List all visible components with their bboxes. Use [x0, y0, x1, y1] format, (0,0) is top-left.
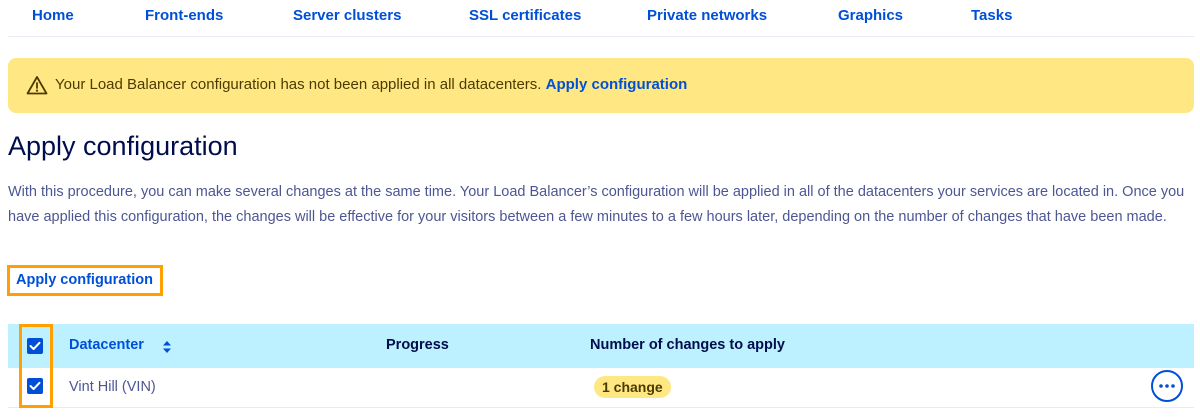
column-header-progress: Progress — [386, 337, 449, 353]
column-header-datacenter[interactable]: Datacenter — [69, 337, 144, 353]
tab-home[interactable]: Home — [32, 7, 74, 24]
page-title: Apply configuration — [8, 131, 238, 161]
datacenter-table: Datacenter Progress Number of changes to… — [8, 324, 1194, 408]
tab-tasks[interactable]: Tasks — [971, 7, 1012, 24]
page-description: With this procedure, you can make severa… — [8, 184, 1185, 225]
navigation-tabs: Home Front-ends Server clusters SSL cert… — [8, 0, 1194, 37]
table-row: Vint Hill (VIN) 1 change — [8, 368, 1194, 408]
warning-alert: Your Load Balancer configuration has not… — [8, 58, 1194, 113]
tab-private-networks[interactable]: Private networks — [647, 7, 767, 24]
tab-ssl-certificates[interactable]: SSL certificates — [469, 7, 581, 24]
column-header-changes: Number of changes to apply — [590, 337, 785, 353]
table-header: Datacenter Progress Number of changes to… — [8, 324, 1194, 368]
alert-message-line: Your Load Balancer configuration has not… — [55, 76, 687, 93]
row-actions-button[interactable] — [1151, 370, 1183, 402]
warning-icon — [26, 75, 48, 95]
tab-graphics[interactable]: Graphics — [838, 7, 903, 24]
apply-configuration-button-label: Apply configuration — [16, 272, 153, 288]
tab-server-clusters[interactable]: Server clusters — [293, 7, 401, 24]
checkbox-column-highlight — [19, 324, 53, 408]
tab-front-ends[interactable]: Front-ends — [145, 7, 223, 24]
datacenter-cell: Vint Hill (VIN) — [69, 379, 156, 395]
more-horizontal-icon — [1159, 384, 1175, 388]
sort-icon[interactable] — [162, 340, 172, 354]
apply-configuration-button[interactable]: Apply configuration — [7, 265, 163, 296]
alert-apply-configuration-link[interactable]: Apply configuration — [546, 76, 688, 93]
changes-badge: 1 change — [594, 376, 671, 398]
alert-message: Your Load Balancer configuration has not… — [55, 76, 542, 93]
